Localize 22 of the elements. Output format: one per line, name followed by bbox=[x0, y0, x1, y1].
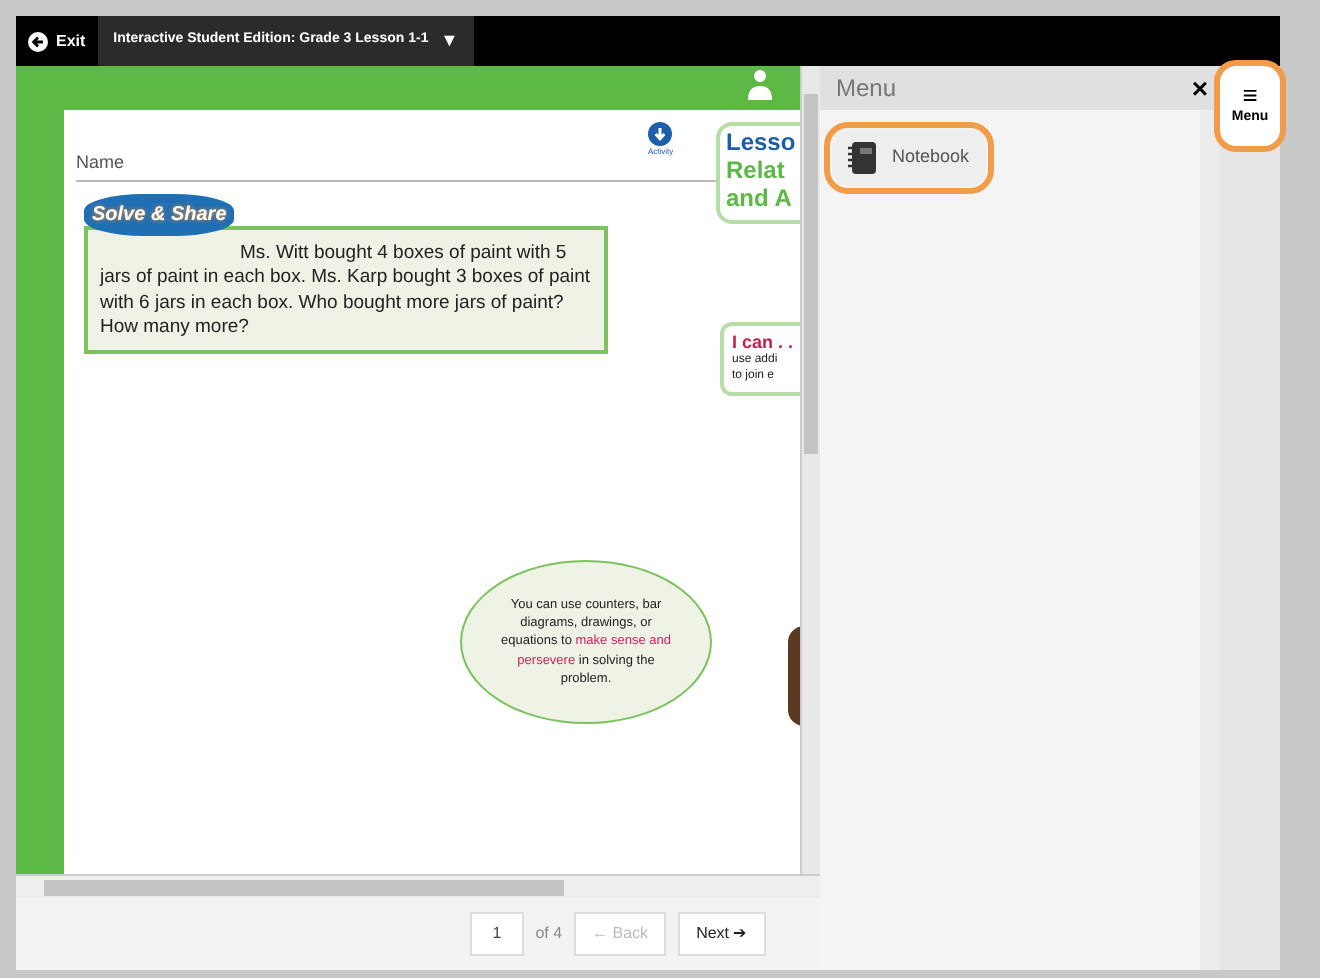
horizontal-scrollbar[interactable] bbox=[16, 874, 820, 898]
activity-icon[interactable] bbox=[648, 122, 673, 146]
page-count: of 4 bbox=[535, 922, 563, 946]
person-icon bbox=[748, 70, 772, 100]
solve-share-logo: Solve & Share bbox=[84, 194, 235, 236]
panel-title: Menu bbox=[836, 72, 897, 106]
vertical-scrollbar[interactable] bbox=[800, 66, 820, 874]
i-can-heading: I can . . bbox=[732, 332, 796, 353]
lesson-title: Relat bbox=[726, 157, 787, 186]
menu-icon: ≡ bbox=[1242, 82, 1258, 109]
lesson-heading: Lesso bbox=[726, 130, 798, 158]
caret-icon: ▼ bbox=[440, 27, 459, 55]
page-number-field[interactable]: 1 bbox=[470, 912, 524, 956]
notebook-item[interactable]: Notebook bbox=[832, 130, 986, 186]
lesson-title: and A bbox=[726, 185, 794, 213]
problem-text: Ms. Witt bought 4 boxes of paint with 5 jars of paint in each box. Ms. Karp bought 3 boxes of paint with 6 jars in each box. Who bought more jars of paint? How many more? bbox=[84, 226, 608, 355]
back-arrow-icon bbox=[28, 31, 48, 51]
next-button[interactable]: Next ➔ bbox=[678, 912, 766, 956]
notebook-icon bbox=[848, 142, 876, 174]
close-button[interactable]: × bbox=[1191, 74, 1208, 102]
character-placeholder bbox=[788, 626, 800, 726]
exit-button[interactable]: Exit bbox=[16, 16, 98, 66]
